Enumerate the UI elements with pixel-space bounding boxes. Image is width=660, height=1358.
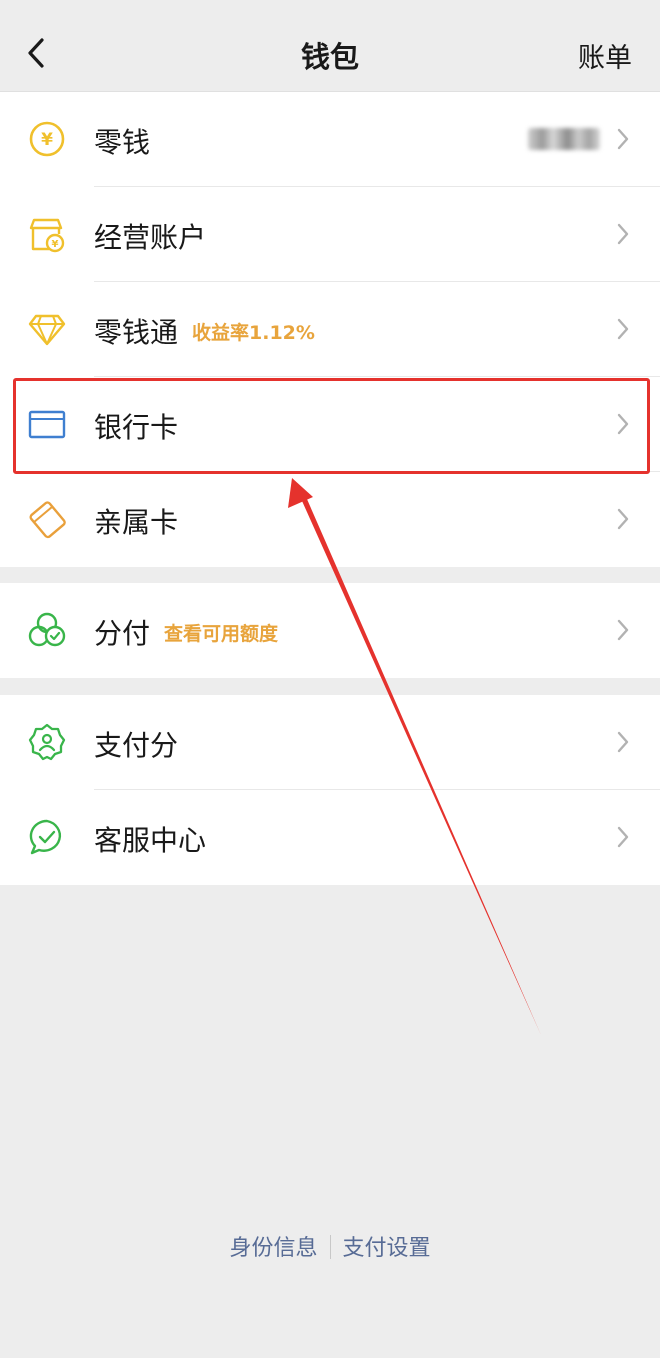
row-label: 零钱通 xyxy=(94,316,179,349)
quota-tag: 查看可用额度 xyxy=(164,623,279,645)
diamond-icon xyxy=(28,314,66,346)
pay-score-badge-icon xyxy=(28,723,66,761)
chevron-right-icon xyxy=(617,826,629,848)
row-bank-card[interactable]: 银行卡 xyxy=(0,377,660,472)
row-label: 支付分 xyxy=(94,729,179,762)
nav-bar: 钱包 账单 xyxy=(0,0,660,92)
chevron-right-icon xyxy=(617,318,629,340)
bill-link[interactable]: 账单 xyxy=(578,36,632,75)
shop-account-icon: ¥ xyxy=(29,218,65,253)
chevron-right-icon xyxy=(617,223,629,245)
customer-service-icon xyxy=(29,819,62,855)
service-group: 支付分 客服中心 xyxy=(0,695,660,885)
row-label: 经营账户 xyxy=(94,221,207,254)
row-change[interactable]: ¥ 零钱 xyxy=(0,92,660,187)
row-pay-score[interactable]: 支付分 xyxy=(0,695,660,790)
chevron-right-icon xyxy=(617,128,629,150)
svg-text:¥: ¥ xyxy=(41,130,53,150)
page-title: 钱包 xyxy=(300,40,359,74)
chevron-right-icon xyxy=(617,413,629,435)
row-label: 零钱 xyxy=(94,126,151,159)
blurred-balance xyxy=(528,128,600,150)
identity-info-link[interactable]: 身份信息 xyxy=(217,1230,329,1262)
row-fenfu[interactable]: 分付 查看可用额度 xyxy=(0,583,660,678)
row-label-with-tag: 零钱通 收益率1.12% xyxy=(94,311,315,351)
row-label: 客服中心 xyxy=(94,824,207,857)
wallet-main-group: ¥ 零钱 ¥ 经营账户 零钱通 收益率1.12% 银行卡 亲属卡 xyxy=(0,92,660,567)
chevron-right-icon xyxy=(617,508,629,530)
chevron-right-icon xyxy=(617,619,629,641)
row-label-with-tag: 分付 查看可用额度 xyxy=(94,612,278,652)
family-card-icon xyxy=(29,501,66,539)
payment-settings-link[interactable]: 支付设置 xyxy=(331,1230,443,1262)
wallet-page: 钱包 账单 ¥ 零钱 ¥ 经营账户 零钱通 收益率1.12% 银行卡 亲属卡 分… xyxy=(0,0,660,1358)
bank-card-icon xyxy=(28,410,66,439)
row-label: 亲属卡 xyxy=(94,506,179,539)
row-label: 分付 xyxy=(94,617,151,650)
row-business-account[interactable]: ¥ 经营账户 xyxy=(0,187,660,282)
credit-group: 分付 查看可用额度 xyxy=(0,583,660,678)
chevron-right-icon xyxy=(617,731,629,753)
back-button[interactable] xyxy=(20,30,54,76)
row-customer-service[interactable]: 客服中心 xyxy=(0,790,660,885)
row-label: 银行卡 xyxy=(94,411,179,444)
footer-links: 身份信息 支付设置 xyxy=(0,1230,660,1264)
yield-rate-tag: 收益率1.12% xyxy=(192,322,315,344)
svg-text:¥: ¥ xyxy=(52,239,59,250)
chevron-left-icon xyxy=(28,38,44,68)
row-lingqiantong[interactable]: 零钱通 收益率1.12% xyxy=(0,282,660,377)
row-family-card[interactable]: 亲属卡 xyxy=(0,472,660,567)
yen-coin-icon: ¥ xyxy=(29,121,65,157)
fenfu-circles-icon xyxy=(28,612,66,647)
